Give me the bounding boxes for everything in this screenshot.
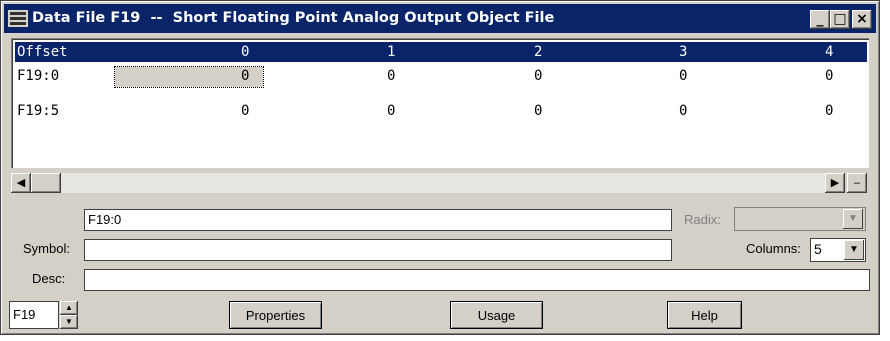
scroll-thumb[interactable] (31, 173, 61, 193)
horizontal-scrollbar[interactable]: ◀ ▶ – (11, 173, 869, 195)
cell-value[interactable]: 0 (241, 68, 249, 84)
usage-button[interactable]: Usage (450, 301, 543, 329)
symbol-field[interactable] (84, 239, 672, 261)
window-title: Data File F19 -- Short Floating Point An… (32, 10, 555, 26)
table-row[interactable]: F19:0 0 0 0 0 0 (15, 66, 867, 88)
table-row[interactable]: F19:5 0 0 0 0 0 (15, 102, 867, 122)
data-file-window: Data File F19 -- Short Floating Point An… (0, 0, 880, 335)
cell-value[interactable]: 0 (387, 68, 395, 84)
cell-value[interactable]: 0 (534, 103, 542, 119)
help-button[interactable]: Help (667, 301, 742, 329)
chevron-down-icon: ▼ (843, 209, 863, 229)
cell-value[interactable]: 0 (825, 68, 833, 84)
address-field[interactable]: F19:0 (84, 209, 672, 231)
properties-label: Properties (245, 308, 306, 323)
column-header-3: 3 (679, 44, 688, 60)
minimize-button[interactable]: _ (810, 10, 830, 29)
column-header-4: 4 (825, 44, 834, 60)
radix-select: ▼ (734, 207, 866, 231)
cell-value[interactable]: 0 (679, 103, 687, 119)
column-header-1: 1 (387, 44, 396, 60)
columns-select[interactable]: 5 ▼ (810, 238, 866, 262)
scroll-left-arrow-icon[interactable]: ◀ (11, 173, 31, 193)
columns-label: Columns: (746, 241, 801, 256)
column-header-2: 2 (534, 44, 543, 60)
radix-label: Radix: (684, 212, 721, 227)
offset-header: Offset (17, 44, 68, 60)
column-header-0: 0 (241, 44, 250, 60)
help-label: Help (691, 308, 718, 323)
maximize-icon: □ (833, 11, 847, 27)
spin-up-arrow-icon[interactable]: ▲ (60, 301, 78, 315)
spin-down-arrow-icon[interactable]: ▼ (60, 315, 78, 329)
usage-label: Usage (477, 308, 516, 323)
scroll-track[interactable] (61, 173, 825, 193)
chevron-down-icon[interactable]: ▼ (844, 240, 864, 260)
title-bar[interactable]: Data File F19 -- Short Floating Point An… (4, 4, 876, 33)
symbol-label: Symbol: (23, 241, 70, 256)
close-button[interactable]: × (852, 10, 872, 29)
file-number-input[interactable]: F19 (9, 301, 59, 329)
cell-value[interactable]: 0 (825, 103, 833, 119)
minimize-icon: _ (816, 11, 824, 27)
cell-value[interactable]: 0 (387, 103, 395, 119)
columns-value: 5 (814, 241, 822, 257)
cell-value[interactable]: 0 (241, 103, 249, 119)
split-handle[interactable]: – (847, 173, 867, 193)
cell-value[interactable]: 0 (534, 68, 542, 84)
row-address: F19:0 (17, 68, 60, 84)
desc-field[interactable] (84, 269, 870, 291)
data-file-icon (8, 10, 28, 27)
scroll-right-arrow-icon[interactable]: ▶ (825, 173, 845, 193)
data-grid[interactable]: Offset 0 1 2 3 4 F19:0 0 0 0 0 0 F19:5 0… (11, 38, 869, 168)
cell-value[interactable]: 0 (679, 68, 687, 84)
grid-header: Offset 0 1 2 3 4 (15, 42, 867, 62)
maximize-button[interactable]: □ (830, 10, 850, 29)
row-address: F19:5 (17, 103, 60, 119)
properties-button[interactable]: Properties (229, 301, 322, 329)
close-icon: × (856, 11, 868, 27)
desc-label: Desc: (32, 271, 66, 286)
